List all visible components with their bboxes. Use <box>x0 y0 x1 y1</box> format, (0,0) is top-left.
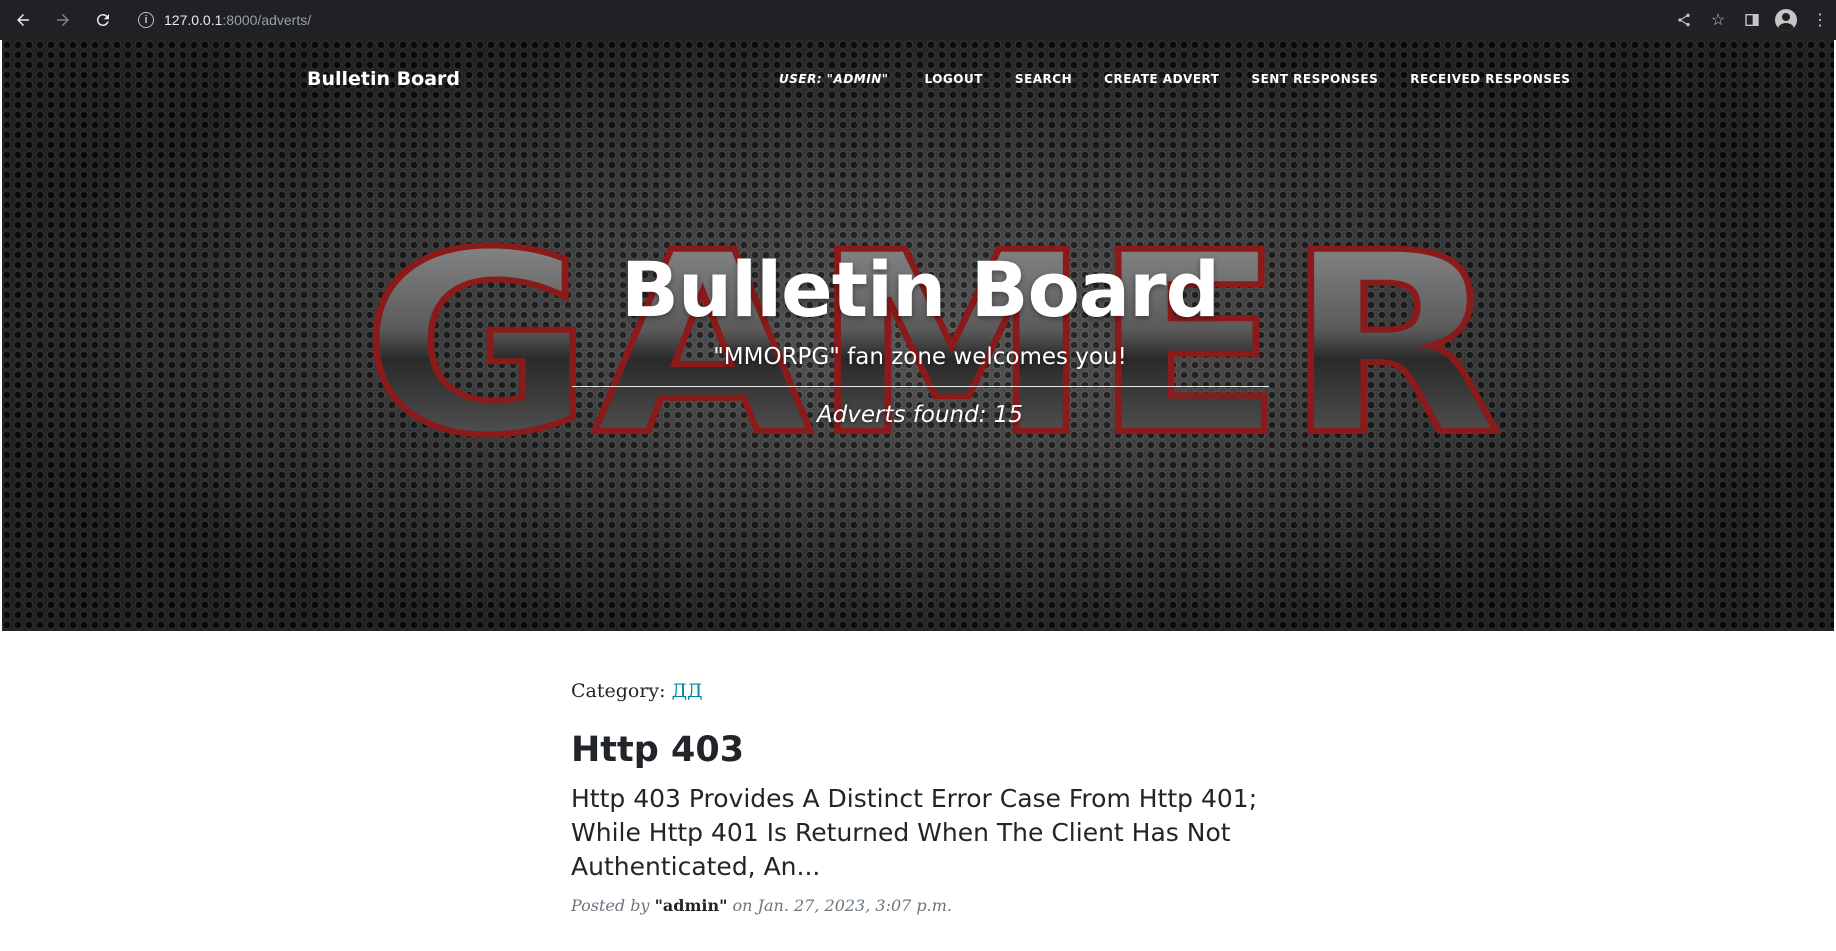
url-path: :8000/adverts/ <box>222 12 312 28</box>
bookmark-star-icon[interactable]: ☆ <box>1702 4 1734 36</box>
nav-sent-responses-link[interactable]: Sent Responses <box>1251 72 1378 86</box>
url-host: 127.0.0.1 <box>164 12 223 28</box>
nav-search-link[interactable]: Search <box>1015 72 1072 86</box>
nav-create-advert-link[interactable]: Create Advert <box>1104 72 1219 86</box>
nav-received-responses-link[interactable]: Received Responses <box>1410 72 1570 86</box>
post-meta-prefix: Posted by <box>571 896 650 915</box>
category-link[interactable]: ДД <box>672 680 703 702</box>
category-label: Category: <box>571 680 666 702</box>
hero-divider <box>572 386 1269 387</box>
post-excerpt[interactable]: Http 403 Provides A Distinct Error Case … <box>571 782 1291 884</box>
browser-toolbar: i 127.0.0.1:8000/adverts/ ☆ ⋮ <box>0 0 1836 40</box>
post-date: on Jan. 27, 2023, 3:07 p.m. <box>732 896 953 915</box>
side-panel-icon[interactable] <box>1736 4 1768 36</box>
site-info-icon[interactable]: i <box>138 12 154 28</box>
adverts-count: Adverts found: 15 <box>816 402 1024 428</box>
advert-list: Category: ДД Http 403 Http 403 Provides … <box>571 680 1271 915</box>
forward-icon[interactable] <box>46 3 80 37</box>
address-bar[interactable]: i 127.0.0.1:8000/adverts/ <box>138 5 311 35</box>
menu-kebab-icon[interactable]: ⋮ <box>1804 4 1836 36</box>
nav-logout-link[interactable]: Logout <box>925 72 983 86</box>
hero-header: GAMER Bulletin Board User: "admin" Logou… <box>2 40 1834 631</box>
share-icon[interactable] <box>1668 4 1700 36</box>
post-meta: Posted by "admin" on Jan. 27, 2023, 3:07… <box>571 896 1271 915</box>
post-title-link[interactable]: Http 403 <box>571 730 1271 770</box>
post-author-link[interactable]: "admin" <box>655 896 728 915</box>
page-title: Bulletin Board <box>621 245 1220 334</box>
reload-icon[interactable] <box>86 3 120 37</box>
nav-user-link[interactable]: User: "admin" <box>779 72 889 86</box>
page-subtitle: "MMORPG" fan zone welcomes you! <box>713 344 1127 370</box>
site-brand-link[interactable]: Bulletin Board <box>307 68 460 90</box>
top-navigation: User: "admin" Logout Search Create Adver… <box>779 72 1602 86</box>
profile-avatar-icon[interactable] <box>1770 4 1802 36</box>
back-icon[interactable] <box>6 3 40 37</box>
post-category: Category: ДД <box>571 680 1271 702</box>
